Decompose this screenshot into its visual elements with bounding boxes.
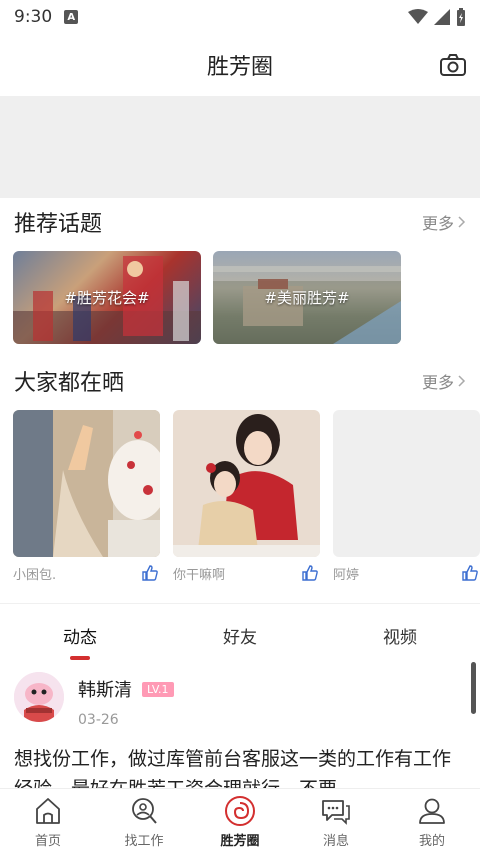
tab-label: 好友: [223, 627, 257, 648]
section-divider: [0, 603, 480, 604]
like-button[interactable]: [460, 563, 480, 583]
tab-label: 视频: [383, 627, 417, 648]
banner[interactable]: [0, 96, 480, 198]
job-search-icon: [127, 794, 161, 828]
feed-tabs: 动态 好友 视频: [0, 610, 480, 660]
nav-label: 我的: [418, 833, 445, 849]
tab-dongtai[interactable]: 动态: [0, 610, 160, 660]
post-username[interactable]: 韩斯清: [78, 676, 132, 702]
topic-card-meili[interactable]: #美丽胜芳#: [213, 251, 401, 344]
tab-haoyou[interactable]: 好友: [160, 610, 320, 660]
topics-more-link[interactable]: 更多: [422, 210, 466, 234]
share-card-2[interactable]: 你干嘛啊: [173, 410, 320, 589]
chevron-right-icon: [458, 216, 466, 228]
active-tab-indicator: [70, 656, 90, 660]
thumbs-up-icon: [462, 565, 478, 581]
nav-home[interactable]: 首页: [0, 789, 96, 853]
nav-find-job[interactable]: 找工作: [96, 789, 192, 853]
topics-more-label: 更多: [421, 214, 454, 233]
level-badge: LV.1: [142, 681, 174, 697]
camera-button[interactable]: [438, 50, 468, 80]
status-icons: [408, 8, 466, 26]
bottom-nav: 首页 找工作 胜芳圈 消息 我的: [0, 788, 480, 853]
nav-shengfang-circle[interactable]: 胜芳圈: [192, 789, 288, 853]
shares-title: 大家都在晒: [14, 371, 125, 396]
circle-swirl-icon: [223, 794, 257, 828]
camera-icon: [440, 54, 466, 76]
notification-icon: A: [64, 10, 79, 24]
share-photo-placeholder: [333, 410, 480, 557]
share-card-1[interactable]: 小困包.: [13, 410, 160, 589]
tab-shipin[interactable]: 视频: [320, 610, 480, 660]
topic-label: #胜芳花会#: [64, 289, 150, 307]
share-photo-family: [173, 410, 320, 557]
share-photo-selfie: [13, 410, 160, 557]
nav-messages[interactable]: 消息: [288, 789, 384, 853]
shares-section-header: 大家都在晒 更多: [0, 359, 480, 403]
page-title: 胜芳圈: [206, 55, 273, 80]
shares-more-link[interactable]: 更多: [422, 369, 466, 393]
share-card-3[interactable]: 阿婷: [333, 410, 480, 589]
nav-label: 首页: [34, 833, 61, 849]
topics-title: 推荐话题: [14, 212, 103, 237]
message-icon: [319, 794, 353, 828]
signal-icon: [434, 9, 450, 25]
share-meta: 小困包.: [13, 557, 160, 589]
nav-profile[interactable]: 我的: [384, 789, 480, 853]
post-user-row: 韩斯清 LV.1: [78, 676, 174, 702]
thumbs-up-icon: [302, 565, 318, 581]
avatar[interactable]: [14, 672, 64, 722]
post-date: 03-26: [78, 712, 119, 728]
like-button[interactable]: [140, 563, 160, 583]
shares-more-label: 更多: [421, 373, 454, 392]
status-bar: 9:30 A: [0, 0, 480, 34]
share-author: 阿婷: [333, 567, 360, 583]
home-icon: [31, 794, 65, 828]
chevron-right-icon: [458, 375, 466, 387]
tab-label: 动态: [63, 627, 97, 648]
nav-label: 胜芳圈: [220, 833, 260, 849]
share-author: 小困包.: [13, 567, 57, 583]
topic-card-huahui[interactable]: #胜芳花会#: [13, 251, 201, 344]
topic-label: #美丽胜芳#: [264, 289, 350, 307]
status-time: 9:30: [14, 7, 53, 27]
battery-icon: [457, 8, 465, 26]
like-button[interactable]: [300, 563, 320, 583]
top-header: 胜芳圈: [0, 34, 480, 96]
share-meta: 阿婷: [333, 557, 480, 589]
user-icon: [415, 794, 449, 828]
scrollbar[interactable]: [471, 662, 476, 714]
nav-label: 找工作: [124, 833, 164, 849]
share-meta: 你干嘛啊: [173, 557, 320, 589]
thumbs-up-icon: [142, 565, 158, 581]
nav-label: 消息: [322, 833, 349, 849]
topics-section-header: 推荐话题 更多: [0, 200, 480, 244]
wifi-icon: [408, 9, 428, 24]
share-author: 你干嘛啊: [173, 567, 226, 583]
